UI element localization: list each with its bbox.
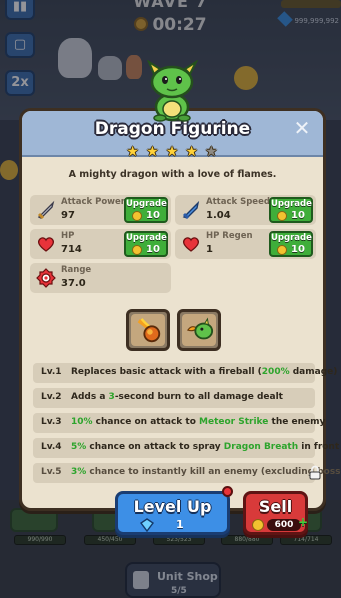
sell-label: Sell <box>258 497 293 516</box>
star-icon: ★ <box>126 144 140 160</box>
level-description: 3% chance to instantly kill an enemy (ex… <box>71 467 341 477</box>
star-empty-icon: ★ <box>205 144 219 160</box>
lock-icon <box>309 465 321 480</box>
level-label: Lv.4 <box>41 442 62 452</box>
coin-icon <box>132 211 142 221</box>
coin-icon <box>252 519 264 531</box>
upgrade-cost: 10 <box>146 244 160 255</box>
stat-hp-regen: HP Regen 1 Upgrade 10 <box>175 229 316 259</box>
highlight-value: 3% <box>71 467 87 477</box>
star-icon: ★ <box>165 144 180 160</box>
level-row-4: Lv.4 5% chance on attack to spray Dragon… <box>33 438 339 458</box>
stat-name: HP <box>61 231 75 241</box>
stat-name: Range <box>61 265 92 275</box>
star-rating: ★ ★ ★ ★ ★ <box>22 141 323 160</box>
level-description: Replaces basic attack with a fireball (2… <box>71 367 338 377</box>
upgrade-hp-regen-button[interactable]: Upgrade 10 <box>269 231 313 257</box>
star-icon: ★ <box>185 144 199 160</box>
gem-icon <box>140 518 154 532</box>
stat-value: 714 <box>61 244 82 255</box>
stat-name: HP Regen <box>206 231 253 241</box>
level-description: 5% chance on attack to spray Dragon Brea… <box>71 442 340 452</box>
close-button[interactable]: ✕ <box>291 117 313 139</box>
sell-price: 600 <box>267 519 301 531</box>
level-label: Lv.5 <box>41 467 62 477</box>
level-description: Adds a 3-second burn to all damage dealt <box>71 392 283 402</box>
upgrade-label: Upgrade <box>271 233 312 243</box>
stat-value: 97 <box>61 210 75 221</box>
highlight-skill: Meteor Strike <box>199 417 269 427</box>
stat-name: Attack Power <box>61 197 125 207</box>
skill-dragon-breath-button[interactable] <box>177 309 221 351</box>
upgrade-cost: 10 <box>146 210 160 221</box>
heart-regen-icon <box>183 237 199 252</box>
highlight-value: 200% <box>261 367 290 377</box>
upgrade-label: Upgrade <box>126 199 167 209</box>
meteor-icon <box>137 318 161 343</box>
stat-name: Attack Speed <box>206 197 270 207</box>
highlight-value: 5% <box>71 442 87 452</box>
dragon-figurine-icon <box>147 60 199 122</box>
upgrade-attack-speed-button[interactable]: Upgrade 10 <box>269 197 313 223</box>
sword-icon <box>37 200 55 220</box>
unit-title: Dragon Figurine <box>94 119 251 139</box>
highlight-skill: Dragon Breath <box>223 442 299 452</box>
plus-icon: + <box>297 515 308 529</box>
stat-value: 1.04 <box>206 210 231 221</box>
level-description: 10% chance on attack to Meteor Strike th… <box>71 417 326 427</box>
star-icon: ★ <box>146 144 160 160</box>
skill-meteor-button[interactable] <box>126 309 170 351</box>
level-row-2: Lv.2 Adds a 3-second burn to all damage … <box>33 388 315 408</box>
stat-attack-speed: Attack Speed 1.04 Upgrade 10 <box>175 195 316 225</box>
coin-icon <box>277 245 287 255</box>
upgrade-cost: 10 <box>291 210 305 221</box>
sell-button[interactable]: Sell 600 + <box>243 491 308 535</box>
stat-hp: HP 714 Upgrade 10 <box>30 229 171 259</box>
level-row-3: Lv.3 10% chance on attack to Meteor Stri… <box>33 413 325 433</box>
level-label: Lv.2 <box>41 392 62 402</box>
stat-range: Range 37.0 <box>30 263 171 293</box>
stat-attack-power: Attack Power 97 Upgrade 10 <box>30 195 171 225</box>
level-row-1: Lv.1 Replaces basic attack with a fireba… <box>33 363 337 383</box>
unit-description: A mighty dragon with a love of flames. <box>68 169 277 180</box>
level-row-5: Lv.5 3% chance to instantly kill an enem… <box>33 463 341 483</box>
stat-value: 1 <box>206 244 213 255</box>
dragon-breath-icon <box>186 317 214 340</box>
dagger-icon <box>182 200 200 220</box>
notification-dot <box>222 486 233 497</box>
level-label: Lv.1 <box>41 367 62 377</box>
level-up-label: Level Up <box>133 497 212 516</box>
level-up-cost: 1 <box>176 518 184 531</box>
upgrade-label: Upgrade <box>271 199 312 209</box>
upgrade-label: Upgrade <box>126 233 167 243</box>
upgrade-attack-power-button[interactable]: Upgrade 10 <box>124 197 168 223</box>
level-label: Lv.3 <box>41 417 62 427</box>
target-icon <box>36 268 56 288</box>
upgrade-hp-button[interactable]: Upgrade 10 <box>124 231 168 257</box>
coin-icon <box>277 211 287 221</box>
level-up-button[interactable]: Level Up 1 <box>115 491 230 535</box>
unit-detail-panel: Dragon Figurine ✕ ★ ★ ★ ★ ★ A mighty dra… <box>19 108 341 511</box>
highlight-value: 10% <box>71 417 93 427</box>
heart-icon <box>38 237 54 252</box>
coin-icon <box>132 245 142 255</box>
stat-value: 37.0 <box>61 278 86 289</box>
upgrade-cost: 10 <box>291 244 305 255</box>
